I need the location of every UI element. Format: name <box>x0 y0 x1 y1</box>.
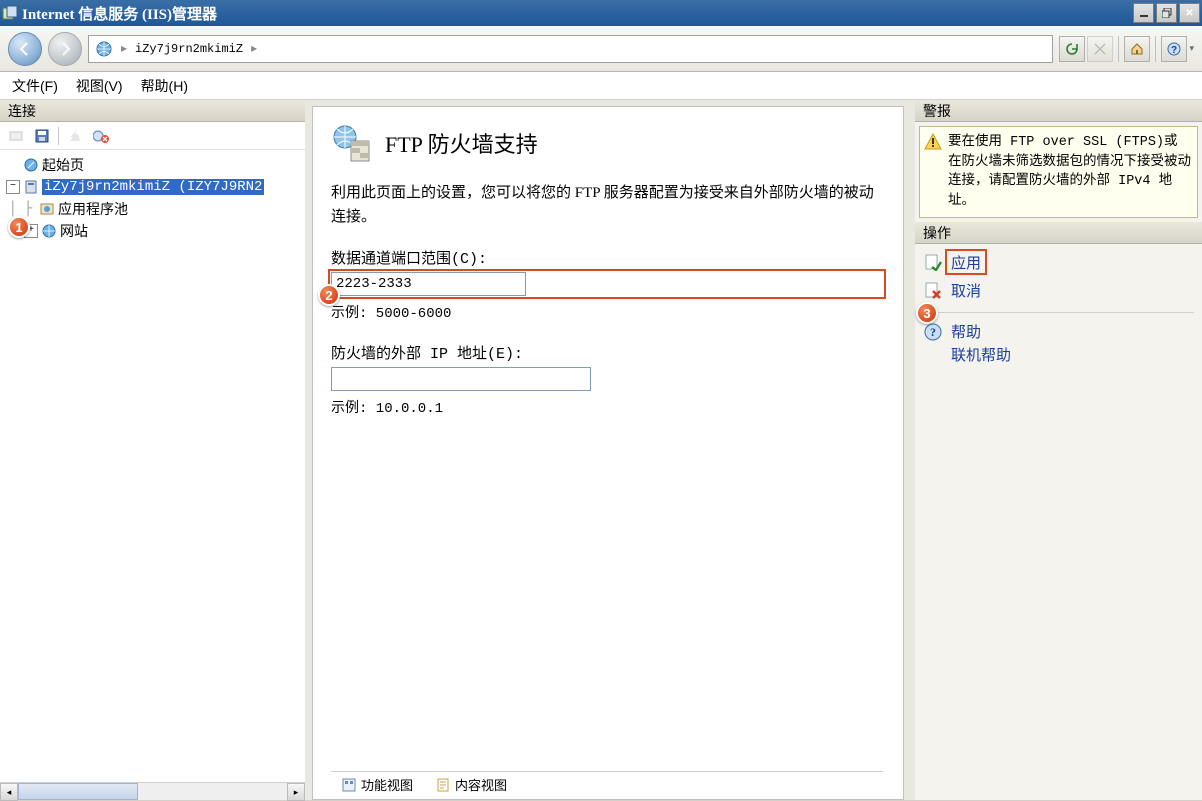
alert-text: 要在使用 FTP over SSL (FTPS)或在防火墙未筛选数据包的情况下接… <box>948 133 1191 211</box>
external-ip-example: 示例: 10.0.0.1 <box>331 397 883 417</box>
tab-content-view[interactable]: 内容视图 <box>425 773 517 796</box>
callout-1: 1 <box>8 216 30 238</box>
tree-label: 起始页 <box>42 155 84 175</box>
action-label: 联机帮助 <box>951 344 1011 365</box>
svg-text:?: ? <box>930 325 936 339</box>
connections-panel: 连接 起始页 − iZy7j9rn2mkimiZ (IZY7J9RN2 │ ├ <box>0 100 310 800</box>
ftp-firewall-icon <box>331 123 371 163</box>
globe-icon <box>95 40 113 58</box>
home-button[interactable] <box>1124 36 1150 62</box>
breadcrumb-host[interactable]: iZy7j9rn2mkimiZ <box>135 42 243 56</box>
alerts-header: 警报 <box>915 100 1202 122</box>
scroll-thumb[interactable] <box>18 783 138 800</box>
menu-file[interactable]: 文件(F) <box>12 76 58 96</box>
cancel-icon <box>923 280 943 300</box>
help-toolbar-button[interactable]: ? <box>1161 36 1187 62</box>
horizontal-scrollbar[interactable]: ◂ ▸ <box>0 782 305 800</box>
server-icon <box>22 179 40 195</box>
breadcrumb-separator: ▸ <box>251 41 257 56</box>
scroll-right-button[interactable]: ▸ <box>287 783 305 801</box>
external-ip-input[interactable] <box>331 367 591 391</box>
actions-header: 操作 <box>915 222 1202 244</box>
app-pool-icon <box>38 201 56 217</box>
apply-icon <box>923 252 943 272</box>
restore-button[interactable] <box>1156 3 1177 23</box>
help-icon: ? <box>923 322 943 342</box>
features-view-icon <box>341 777 357 793</box>
scroll-left-button[interactable]: ◂ <box>0 783 18 801</box>
warning-icon <box>924 133 942 151</box>
port-range-example: 示例: 5000-6000 <box>331 302 883 322</box>
apply-action[interactable]: 应用 <box>923 248 1194 276</box>
action-label: 取消 <box>951 280 981 301</box>
minimize-button[interactable] <box>1133 3 1154 23</box>
external-ip-label: 防火墙的外部 IP 地址(E): <box>331 342 883 363</box>
content-view-icon <box>435 777 451 793</box>
tab-features-view[interactable]: 功能视图 <box>331 773 423 796</box>
port-range-label: 数据通道端口范围(C): <box>331 247 883 268</box>
stop-button <box>1087 36 1113 62</box>
tab-label: 内容视图 <box>455 775 507 794</box>
window-titlebar: Internet 信息服务 (IIS)管理器 ✕ <box>0 0 1202 26</box>
connections-toolbar <box>0 122 305 150</box>
connections-header: 连接 <box>0 100 305 122</box>
page-description: 利用此页面上的设置，您可以将您的 FTP 服务器配置为接受来自外部防火墙的被动连… <box>331 181 883 229</box>
tree-server-node[interactable]: − iZy7j9rn2mkimiZ (IZY7J9RN2 <box>2 176 303 198</box>
tree-label: 网站 <box>60 221 88 241</box>
actions-panel: 警报 要在使用 FTP over SSL (FTPS)或在防火墙未筛选数据包的情… <box>910 100 1202 800</box>
highlight-box <box>328 269 886 299</box>
content-panel: FTP 防火墙支持 利用此页面上的设置，您可以将您的 FTP 服务器配置为接受来… <box>310 100 910 800</box>
menu-bar: 文件(F) 视图(V) 帮助(H) <box>0 72 1202 100</box>
start-page-icon <box>22 157 40 173</box>
callout-2: 2 <box>318 284 340 306</box>
address-bar[interactable]: ▸ iZy7j9rn2mkimiZ ▸ <box>88 35 1053 63</box>
action-label: 帮助 <box>951 321 981 342</box>
close-button[interactable]: ✕ <box>1179 3 1200 23</box>
tree-label: 应用程序池 <box>58 199 128 219</box>
back-button[interactable] <box>8 32 42 66</box>
tree-sites[interactable]: + 网站 <box>2 220 303 242</box>
save-icon[interactable] <box>32 126 52 146</box>
delete-connection-icon[interactable] <box>91 126 111 146</box>
menu-help[interactable]: 帮助(H) <box>141 76 188 96</box>
svg-text:?: ? <box>1171 45 1177 56</box>
breadcrumb-separator: ▸ <box>121 41 127 56</box>
alert-box: 要在使用 FTP over SSL (FTPS)或在防火墙未筛选数据包的情况下接… <box>919 126 1198 218</box>
callout-3: 3 <box>916 302 938 324</box>
help-action[interactable]: ? 帮助 <box>923 312 1194 340</box>
connections-tree[interactable]: 起始页 − iZy7j9rn2mkimiZ (IZY7J9RN2 │ ├ 应用程… <box>0 150 305 782</box>
forward-button[interactable] <box>48 32 82 66</box>
tree-start-page[interactable]: 起始页 <box>2 154 303 176</box>
menu-view[interactable]: 视图(V) <box>76 76 123 96</box>
action-label: 应用 <box>951 252 981 273</box>
refresh-button[interactable] <box>1059 36 1085 62</box>
page-title: FTP 防火墙支持 <box>385 127 538 159</box>
up-icon <box>65 126 85 146</box>
window-title: Internet 信息服务 (IIS)管理器 <box>22 3 217 24</box>
navigation-toolbar: ▸ iZy7j9rn2mkimiZ ▸ ? ▾ <box>0 26 1202 72</box>
cancel-action[interactable]: 取消 <box>923 276 1194 304</box>
app-icon <box>2 5 18 21</box>
view-tabs: 功能视图 内容视图 <box>331 771 883 797</box>
tab-label: 功能视图 <box>361 775 413 794</box>
tree-label: iZy7j9rn2mkimiZ (IZY7J9RN2 <box>42 179 264 195</box>
collapse-icon[interactable]: − <box>6 180 20 194</box>
sites-icon <box>40 223 58 239</box>
tree-app-pools[interactable]: │ ├ 应用程序池 <box>2 198 303 220</box>
online-help-action[interactable]: 联机帮助 <box>923 340 1194 368</box>
connect-icon <box>6 126 26 146</box>
